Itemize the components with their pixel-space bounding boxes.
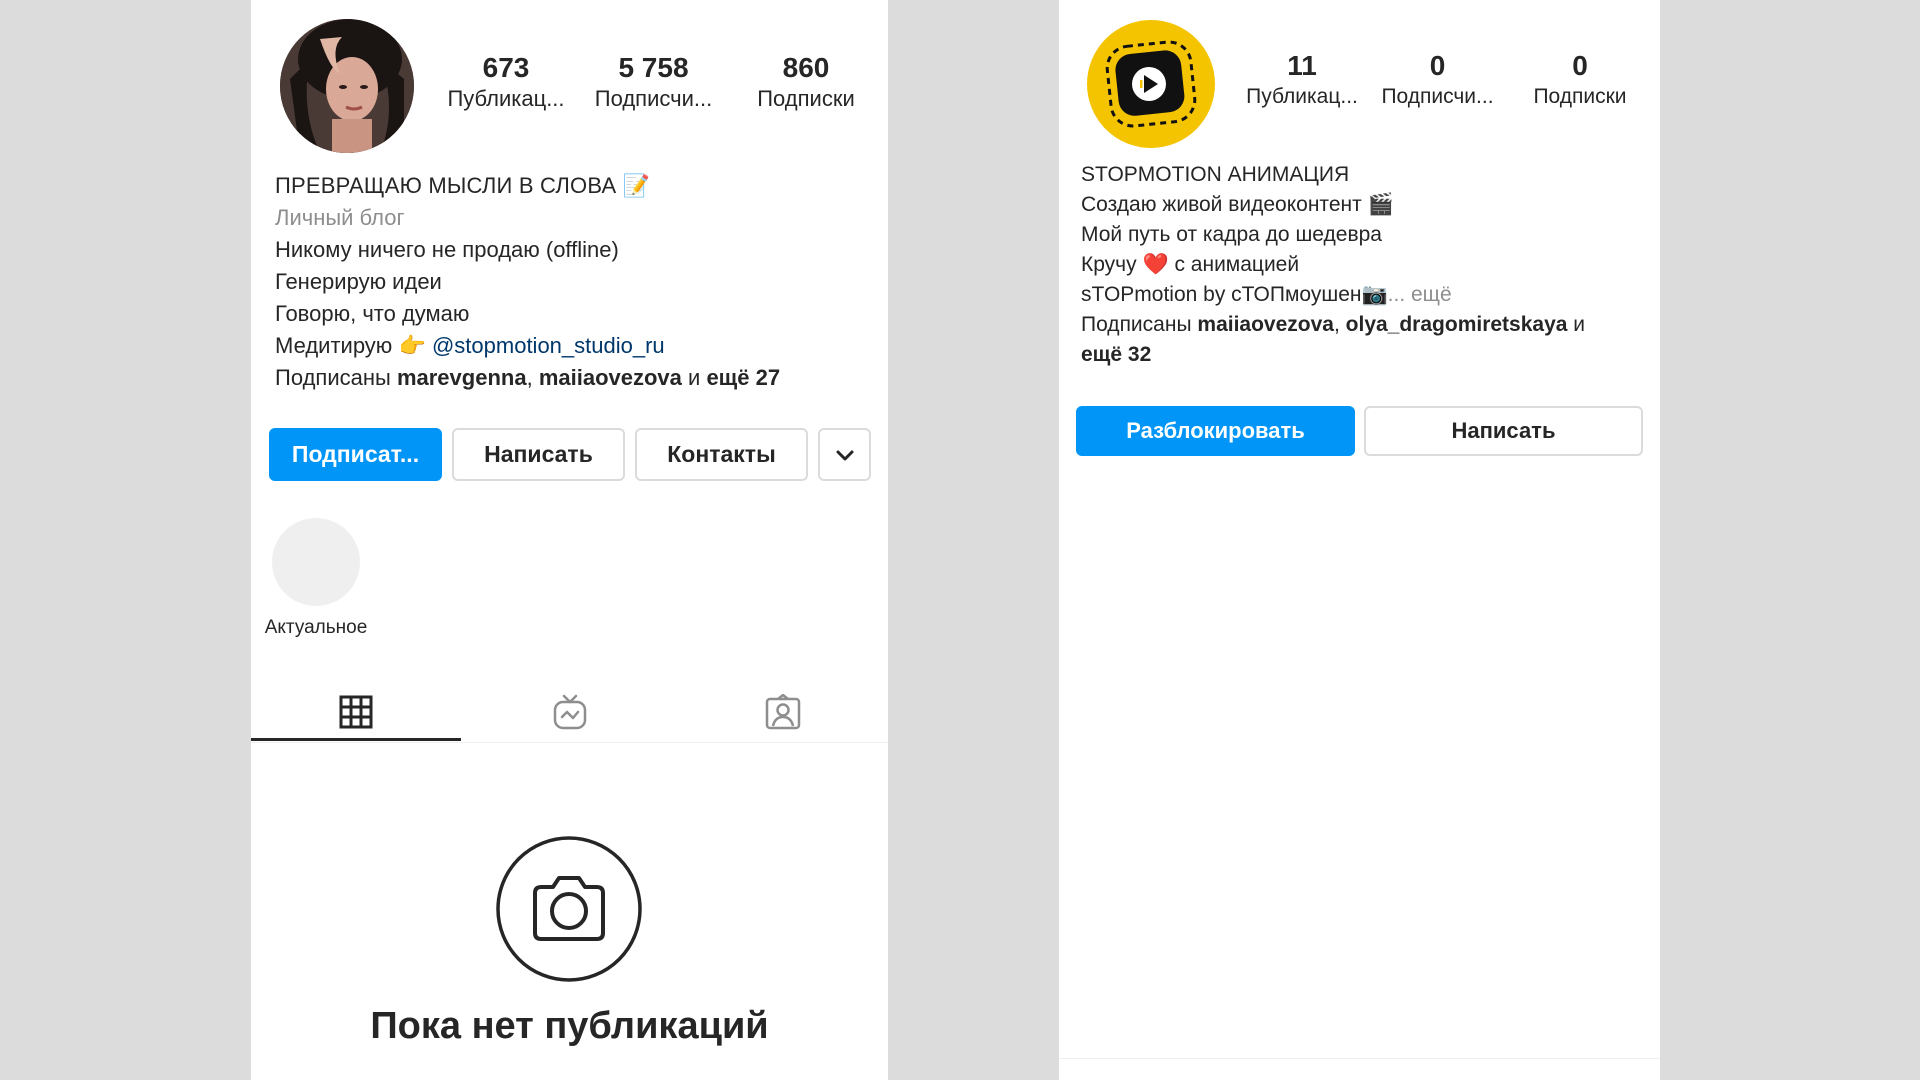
stat-followers[interactable]: 5 758 Подписчи... — [586, 52, 721, 114]
grid-icon — [339, 695, 373, 729]
followed-by-line[interactable]: Подписаны maiiaovezova, olya_dragomirets… — [1081, 310, 1641, 340]
followed-by-more-line[interactable]: ещё 32 — [1081, 340, 1641, 370]
followed-by-user[interactable]: olya_dragomiretskaya — [1346, 313, 1568, 336]
stat-posts[interactable]: 673 Публикац... — [446, 52, 566, 114]
stat-followers-label: Подписчи... — [594, 86, 713, 111]
tab-igtv[interactable] — [461, 682, 678, 742]
profile-name: STOPMOTION АНИМАЦИЯ — [1081, 163, 1350, 186]
stat-followers[interactable]: 0 Подписчи... — [1375, 50, 1500, 112]
follow-button[interactable]: Подписат... — [269, 428, 442, 481]
bio-line: Мой путь от кадра до шедевра — [1081, 223, 1382, 246]
followed-by-prefix: Подписаны — [275, 365, 391, 390]
bio-line-text: Кручу — [1081, 253, 1137, 276]
bio-line: Говорю, что думаю — [275, 301, 470, 326]
tagged-icon — [765, 694, 801, 730]
stat-following-value: 0 — [1572, 50, 1588, 81]
camera-icon — [495, 835, 643, 983]
message-button[interactable]: Написать — [1364, 406, 1643, 456]
stat-posts-value: 11 — [1287, 50, 1317, 81]
followed-by-user[interactable]: maiiaovezova — [539, 365, 682, 390]
followed-by-line[interactable]: Подписаны marevgenna, maiiaovezova и ещё… — [275, 362, 875, 394]
highlight-label: Актуальное — [264, 617, 368, 638]
camera-emoji: 📷 — [1361, 283, 1388, 306]
profile-avatar[interactable] — [280, 19, 414, 153]
mention-link[interactable]: @stopmotion_studio_ru — [432, 333, 665, 358]
bio-line: Никому ничего не продаю (offline) — [275, 237, 619, 262]
stat-following[interactable]: 0 Подписки — [1515, 50, 1645, 112]
highlight-circle[interactable] — [272, 518, 360, 606]
contacts-button[interactable]: Контакты — [635, 428, 808, 481]
profile-category: Личный блог — [275, 205, 405, 230]
stat-followers-value: 5 758 — [618, 52, 689, 83]
stat-posts-label: Публикац... — [1246, 85, 1358, 108]
bio-mention-prefix: Медитирую — [275, 333, 393, 358]
heart-emoji: ❤️ — [1142, 253, 1169, 276]
stat-followers-label: Подписчи... — [1381, 85, 1494, 108]
left-profile-panel: 673 Публикац... 5 758 Подписчи... 860 По… — [251, 0, 888, 1080]
stat-following[interactable]: 860 Подписки — [736, 52, 876, 114]
memo-emoji: 📝 — [622, 173, 650, 198]
profile-name: ПРЕВРАЩАЮ МЫСЛИ В СЛОВА — [275, 173, 617, 198]
followed-by-more[interactable]: ещё 27 — [706, 365, 780, 390]
followed-by-and: и — [1573, 313, 1586, 336]
stat-posts[interactable]: 11 Публикац... — [1242, 50, 1362, 112]
suggested-dropdown-button[interactable] — [818, 428, 871, 481]
bio-line-text: sTOPmotion by cТОПмоушен — [1081, 283, 1362, 306]
chevron-down-icon — [836, 450, 853, 460]
followed-by-user[interactable]: marevgenna — [397, 365, 527, 390]
bio-line-text: Создаю живой видеоконтент — [1081, 193, 1362, 216]
stat-following-value: 860 — [782, 52, 830, 83]
unblock-button[interactable]: Разблокировать — [1076, 406, 1355, 456]
bio-more-link[interactable]: ... ещё — [1388, 283, 1452, 306]
stat-posts-label: Публикац... — [447, 86, 565, 111]
followed-by-separator: , — [526, 365, 533, 390]
stat-following-label: Подписки — [757, 86, 855, 111]
stat-posts-value: 673 — [482, 52, 530, 83]
followed-by-separator: , — [1333, 313, 1340, 336]
tab-tagged[interactable] — [678, 682, 888, 742]
stat-following-label: Подписки — [1533, 85, 1627, 108]
bio-line-text: с анимацией — [1174, 253, 1300, 276]
followed-by-prefix: Подписаны — [1081, 313, 1192, 336]
message-button[interactable]: Написать — [452, 428, 625, 481]
empty-posts-title: Пока нет публикаций — [370, 1005, 769, 1047]
stat-followers-value: 0 — [1429, 50, 1446, 81]
followed-by-and: и — [688, 365, 701, 390]
profile-name-line: ПРЕВРАЩАЮ МЫСЛИ В СЛОВА 📝 — [275, 170, 875, 202]
bio-line: Кручу ❤️ с анимацией — [1081, 250, 1641, 280]
profile-bio: ПРЕВРАЩАЮ МЫСЛИ В СЛОВА 📝 Личный блог Ни… — [275, 170, 875, 394]
tab-grid[interactable] — [251, 682, 461, 742]
pointing-hand-emoji: 👉 — [398, 333, 426, 358]
followed-by-more[interactable]: ещё 32 — [1081, 343, 1151, 366]
clapper-board-emoji: 🎬 — [1367, 193, 1394, 216]
bio-line: Генерирую идеи — [275, 269, 442, 294]
profile-bio: STOPMOTION АНИМАЦИЯ Создаю живой видеоко… — [1081, 160, 1641, 370]
divider — [1059, 1058, 1660, 1059]
profile-tabs — [251, 682, 888, 743]
profile-avatar-logo[interactable] — [1087, 20, 1215, 148]
igtv-icon — [553, 694, 586, 730]
bio-line: sTOPmotion by cТОПмоушен📷... ещё — [1081, 280, 1641, 310]
bio-line: Создаю живой видеоконтент 🎬 — [1081, 190, 1641, 220]
right-profile-panel: 11 Публикац... 0 Подписчи... 0 Подписки … — [1059, 0, 1660, 1080]
followed-by-user[interactable]: maiiaovezova — [1197, 313, 1334, 336]
active-tab-indicator — [251, 738, 461, 741]
bio-mention-line: Медитирую 👉 @stopmotion_studio_ru — [275, 330, 875, 362]
